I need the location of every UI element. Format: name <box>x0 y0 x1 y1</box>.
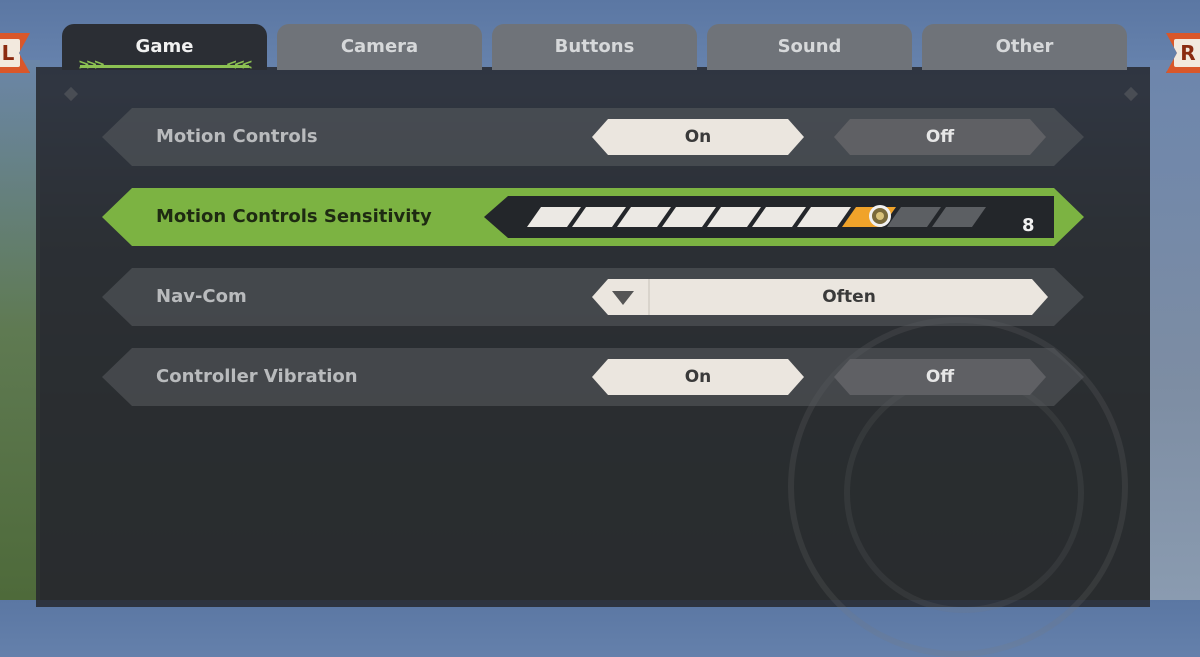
setting-row-motion-controls[interactable]: Motion Controls On Off <box>102 108 1084 166</box>
tab-other[interactable]: Other <box>922 24 1127 70</box>
shoulder-button-right[interactable]: R <box>1166 33 1200 73</box>
corner-diamond <box>1123 86 1139 102</box>
dropdown-value: Often <box>822 287 876 307</box>
setting-label: Controller Vibration <box>156 366 358 387</box>
slider-segment[interactable] <box>932 207 986 227</box>
tab-sound[interactable]: Sound <box>707 24 912 70</box>
slider-knob[interactable] <box>869 205 891 227</box>
setting-label: Motion Controls Sensitivity <box>156 206 432 227</box>
motion-controls-off-button[interactable]: Off <box>834 119 1046 155</box>
tab-game[interactable]: Game >>> <<< <box>62 24 267 73</box>
arrow-fletching-icon: <<< <box>225 57 253 73</box>
vibration-on-button[interactable]: On <box>592 359 804 395</box>
shoulder-button-left[interactable]: L <box>0 33 30 73</box>
nav-com-dropdown[interactable]: Often <box>592 279 1048 315</box>
active-tab-indicator <box>80 65 249 68</box>
setting-row-controller-vibration[interactable]: Controller Vibration On Off <box>102 348 1084 406</box>
background-right <box>1150 60 1200 600</box>
corner-diamond <box>63 86 79 102</box>
motion-controls-on-button[interactable]: On <box>592 119 804 155</box>
background-left <box>0 60 40 600</box>
slider-value: 8 <box>1022 215 1035 236</box>
dropdown-arrow-icon <box>612 291 634 305</box>
setting-row-nav-com[interactable]: Nav-Com Often <box>102 268 1084 326</box>
sensitivity-slider[interactable]: 8 <box>484 196 1054 238</box>
setting-label: Motion Controls <box>156 126 318 147</box>
tab-buttons[interactable]: Buttons <box>492 24 697 70</box>
arrow-fletching-icon: >>> <box>78 57 105 73</box>
vibration-off-button[interactable]: Off <box>834 359 1046 395</box>
tab-bar: Game >>> <<< Camera Buttons Sound Other <box>62 24 1127 73</box>
setting-label: Nav-Com <box>156 286 247 307</box>
setting-row-sensitivity[interactable]: Motion Controls Sensitivity 8 <box>102 188 1084 246</box>
tab-camera[interactable]: Camera <box>277 24 482 70</box>
